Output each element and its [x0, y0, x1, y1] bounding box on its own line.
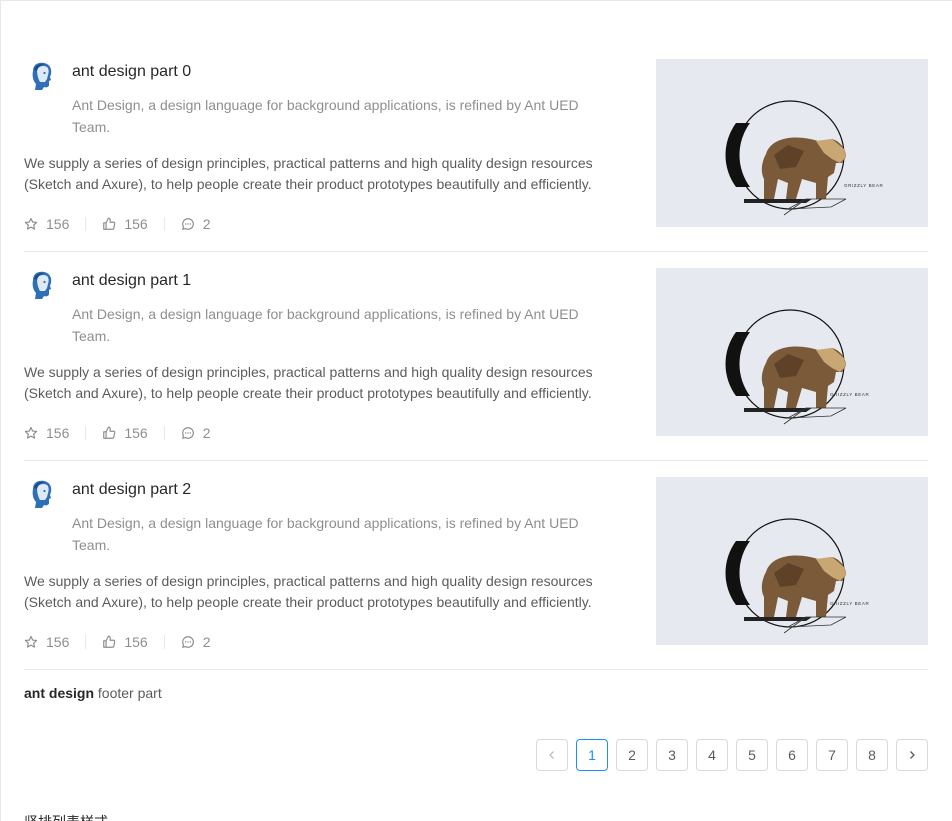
grizzly-bear-illustration: GRIZZLY BEAR [725, 309, 869, 425]
star-count: 156 [46, 634, 70, 650]
page-1-button[interactable]: 1 [576, 739, 608, 771]
page-2-button[interactable]: 2 [616, 739, 648, 771]
avatar-face-icon [32, 480, 52, 508]
item-content: We supply a series of design principles,… [24, 364, 593, 401]
avatar [24, 477, 56, 509]
like-icon [103, 635, 116, 648]
pagination: 1 2 3 4 5 6 7 8 [536, 739, 928, 771]
like-count: 156 [124, 216, 148, 232]
star-action[interactable]: 156 [24, 425, 69, 441]
like-icon [103, 426, 116, 439]
star-icon [24, 426, 38, 439]
star-action[interactable]: 156 [24, 634, 69, 650]
action-divider [85, 217, 87, 231]
action-divider [85, 635, 87, 649]
list-footer: ant design footer part [24, 683, 162, 703]
item-image: GRIZZLY BEAR [656, 477, 928, 645]
next-page-button[interactable] [896, 739, 928, 771]
comment-action[interactable]: 2 [181, 634, 211, 650]
page-3-button[interactable]: 3 [656, 739, 688, 771]
action-divider [85, 426, 87, 440]
avatar-face-icon [32, 271, 52, 299]
item-title-link[interactable]: ant design part 1 [72, 270, 191, 292]
like-count: 156 [124, 634, 148, 650]
star-icon [24, 217, 38, 230]
item-image: GRIZZLY BEAR [656, 268, 928, 436]
item-description: Ant Design, a design language for backgr… [72, 306, 579, 344]
page-7-button[interactable]: 7 [816, 739, 848, 771]
action-divider [163, 635, 165, 649]
item-actions: 156 156 2 [24, 213, 211, 235]
avatar [24, 268, 56, 300]
image-caption: GRIZZLY BEAR [830, 601, 869, 606]
like-action[interactable]: 156 [102, 425, 148, 441]
message-icon [181, 427, 194, 439]
item-content: We supply a series of design principles,… [24, 155, 593, 192]
item-title-link[interactable]: ant design part 2 [72, 479, 191, 501]
page-5-button[interactable]: 5 [736, 739, 768, 771]
item-description: Ant Design, a design language for backgr… [72, 97, 579, 135]
comment-action[interactable]: 2 [181, 216, 211, 232]
page-6-button[interactable]: 6 [776, 739, 808, 771]
action-divider [163, 426, 165, 440]
item-title-link[interactable]: ant design part 0 [72, 61, 191, 83]
page-8-button[interactable]: 8 [856, 739, 888, 771]
star-action[interactable]: 156 [24, 216, 69, 232]
chevron-right-icon [910, 751, 915, 759]
item-content: We supply a series of design principles,… [24, 573, 593, 610]
comment-count: 2 [202, 425, 211, 441]
section-title: 竖排列表样式 [24, 812, 108, 821]
comment-count: 2 [202, 216, 211, 232]
star-icon [24, 635, 38, 648]
star-count: 156 [46, 216, 70, 232]
message-icon [181, 636, 194, 648]
grizzly-bear-illustration: GRIZZLY BEAR [725, 518, 869, 634]
chevron-left-icon [549, 751, 554, 759]
list-item: ant design part 0 Ant Design, a design l… [24, 43, 928, 252]
action-divider [163, 217, 165, 231]
footer-text: footer part [94, 685, 162, 701]
like-action[interactable]: 156 [102, 634, 148, 650]
comment-action[interactable]: 2 [181, 425, 211, 441]
avatar [24, 59, 56, 91]
page-4-button[interactable]: 4 [696, 739, 728, 771]
image-caption: GRIZZLY BEAR [844, 183, 883, 188]
image-caption: GRIZZLY BEAR [830, 392, 869, 397]
footer-bold-text: ant design [24, 685, 95, 701]
list-item: ant design part 1 Ant Design, a design l… [24, 252, 928, 461]
star-count: 156 [46, 425, 70, 441]
grizzly-bear-illustration: GRIZZLY BEAR [725, 100, 883, 216]
item-actions: 156 156 2 [24, 631, 211, 653]
item-actions: 156 156 2 [24, 422, 211, 444]
comment-count: 2 [202, 634, 211, 650]
like-count: 156 [124, 425, 148, 441]
avatar-face-icon [32, 62, 52, 90]
prev-page-button[interactable] [536, 739, 568, 771]
like-icon [103, 217, 116, 230]
like-action[interactable]: 156 [102, 216, 148, 232]
message-icon [181, 218, 194, 230]
item-image: GRIZZLY BEAR [656, 59, 928, 227]
item-description: Ant Design, a design language for backgr… [72, 515, 579, 553]
list-item: ant design part 2 Ant Design, a design l… [24, 461, 928, 670]
article-list: ant design part 0 Ant Design, a design l… [24, 43, 928, 670]
